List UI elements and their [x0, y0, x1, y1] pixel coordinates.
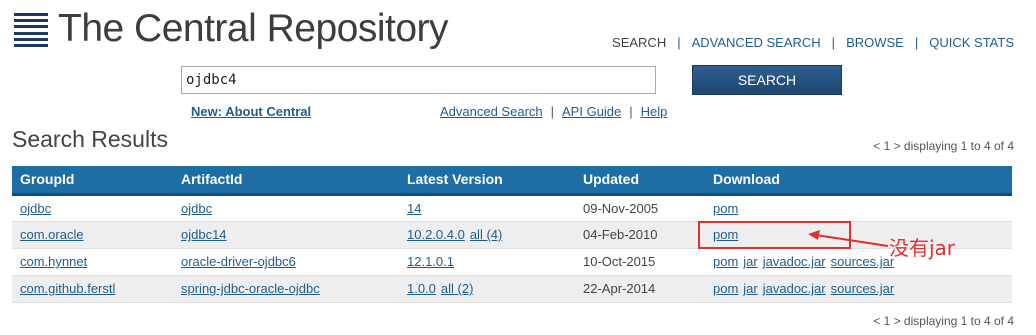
site-logo[interactable]: The Central Repository — [14, 7, 449, 50]
results-heading: Search Results — [12, 126, 168, 152]
site-title: The Central Repository — [58, 7, 449, 50]
download-cell: pom — [705, 194, 1012, 222]
download-javadoc-jar-link[interactable]: javadoc.jar — [763, 254, 826, 269]
link-separator: | — [550, 104, 555, 119]
groupid-link[interactable]: ojdbc — [20, 201, 51, 216]
logo-stack-icon — [14, 13, 48, 47]
nav-separator: | — [831, 35, 836, 50]
column-header-groupid: GroupId — [12, 166, 173, 196]
download-jar-link[interactable]: jar — [743, 254, 757, 269]
version-link[interactable]: 1.0.0 — [407, 281, 436, 296]
artifactid-link[interactable]: ojdbc — [181, 201, 212, 216]
nav-quick-stats[interactable]: QUICK STATS — [929, 35, 1014, 50]
groupid-link[interactable]: com.hynnet — [20, 254, 87, 269]
version-cell: 14 — [399, 194, 575, 222]
artifactid-cell: oracle-driver-ojdbc6 — [173, 248, 399, 276]
download-cell: pom jar javadoc.jar sources.jar — [705, 248, 1012, 276]
pager-top[interactable]: < 1 > displaying 1 to 4 of 4 — [873, 139, 1014, 153]
updated-cell: 22-Apr-2014 — [575, 275, 705, 303]
all-versions-link[interactable]: all (2) — [441, 281, 474, 296]
updated-cell: 04-Feb-2010 — [575, 221, 705, 249]
artifactid-cell: spring-jdbc-oracle-ojdbc — [173, 275, 399, 303]
artifactid-link[interactable]: ojdbc14 — [181, 227, 227, 242]
groupid-link[interactable]: com.oracle — [20, 227, 84, 242]
table-row: com.github.ferstl spring-jdbc-oracle-ojdb… — [12, 275, 1012, 303]
column-header-updated: Updated — [575, 166, 705, 196]
link-separator: | — [629, 104, 633, 119]
column-header-latest-version: Latest Version — [399, 166, 575, 196]
column-header-download: Download — [705, 166, 1012, 196]
download-pom-link[interactable]: pom — [713, 254, 738, 269]
artifactid-link[interactable]: oracle-driver-ojdbc6 — [181, 254, 296, 269]
groupid-cell: com.github.ferstl — [12, 275, 173, 303]
download-pom-link[interactable]: pom — [713, 281, 738, 296]
nav-browse[interactable]: BROWSE — [846, 35, 904, 50]
pager-bottom[interactable]: < 1 > displaying 1 to 4 of 4 — [873, 314, 1014, 328]
version-link[interactable]: 10.2.0.4.0 — [407, 227, 465, 242]
version-link[interactable]: 14 — [407, 201, 421, 216]
help-links: Advanced Search | API Guide | Help — [440, 104, 667, 119]
groupid-link[interactable]: com.github.ferstl — [20, 281, 115, 296]
download-sources-jar-link[interactable]: sources.jar — [831, 254, 895, 269]
version-cell: 12.1.0.1 — [399, 248, 575, 276]
annotation-text: 没有jar — [889, 236, 956, 260]
annotation-arrow-icon — [808, 230, 889, 247]
download-jar-link[interactable]: jar — [743, 281, 757, 296]
updated-cell: 10-Oct-2015 — [575, 248, 705, 276]
nav-separator: | — [914, 35, 919, 50]
version-cell: 10.2.0.4.0 all (4) — [399, 221, 575, 249]
column-header-artifactid: ArtifactId — [173, 166, 399, 196]
advanced-search-link[interactable]: Advanced Search — [440, 104, 543, 119]
download-cell: pom jar javadoc.jar sources.jar — [705, 275, 1012, 303]
artifactid-link[interactable]: spring-jdbc-oracle-ojdbc — [181, 281, 320, 296]
version-link[interactable]: 12.1.0.1 — [407, 254, 454, 269]
search-button[interactable]: SEARCH — [692, 65, 842, 95]
nav-search[interactable]: SEARCH — [612, 35, 666, 50]
search-input[interactable] — [181, 66, 656, 94]
download-sources-jar-link[interactable]: sources.jar — [831, 281, 895, 296]
version-cell: 1.0.0 all (2) — [399, 275, 575, 303]
groupid-cell: com.hynnet — [12, 248, 173, 276]
top-navigation: SEARCH | ADVANCED SEARCH | BROWSE | QUICK STAT… — [612, 35, 1014, 50]
groupid-cell: ojdbc — [12, 194, 173, 222]
table-header-row: GroupId ArtifactId Latest Version Update… — [12, 166, 1012, 196]
groupid-cell: com.oracle — [12, 221, 173, 249]
download-javadoc-jar-link[interactable]: javadoc.jar — [763, 281, 826, 296]
nav-separator: | — [677, 35, 681, 50]
table-row: com.hynnet oracle-driver-ojdbc6 12.1.0.1 10… — [12, 248, 1012, 276]
artifactid-cell: ojdbc — [173, 194, 399, 222]
updated-cell: 09-Nov-2005 — [575, 194, 705, 222]
about-central-link[interactable]: New: About Central — [191, 104, 311, 119]
all-versions-link[interactable]: all (4) — [470, 227, 503, 242]
download-pom-link[interactable]: pom — [713, 201, 738, 216]
api-guide-link[interactable]: API Guide — [562, 104, 621, 119]
table-row: ojdbc ojdbc 14 09-Nov-2005 pom — [12, 194, 1012, 222]
help-link[interactable]: Help — [641, 104, 668, 119]
artifactid-cell: ojdbc14 — [173, 221, 399, 249]
nav-advanced-search[interactable]: ADVANCED SEARCH — [692, 35, 821, 50]
